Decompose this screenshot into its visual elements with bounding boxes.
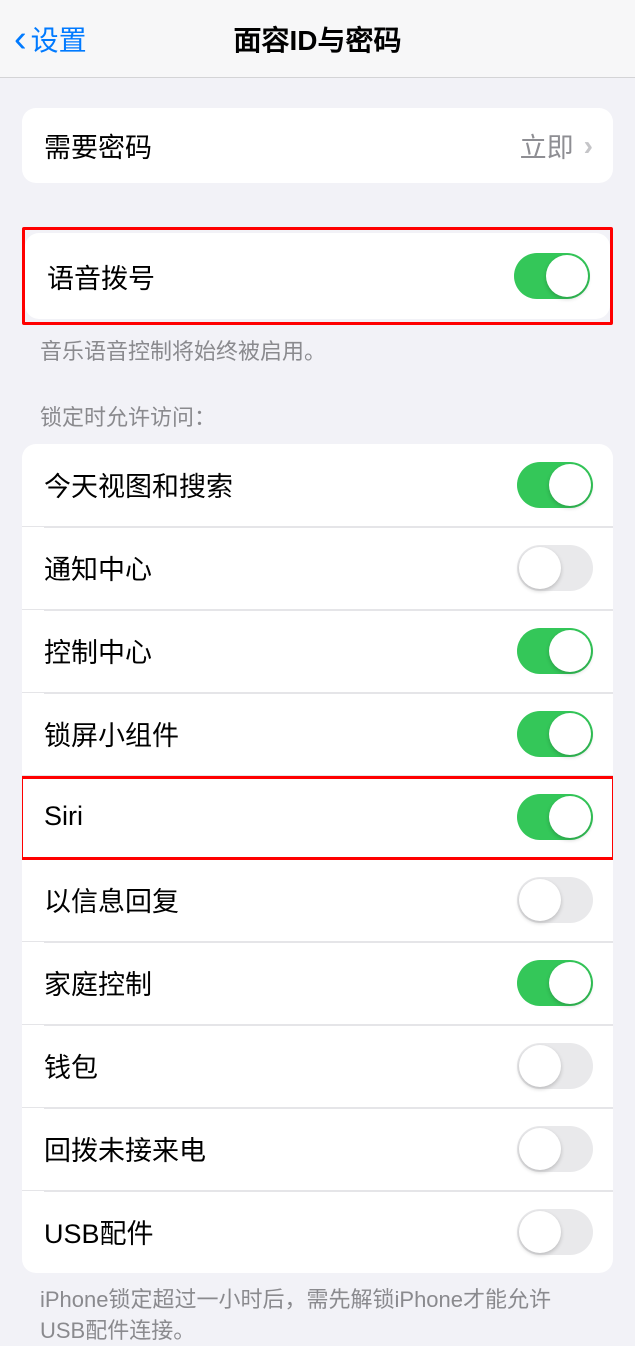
voice-dial-group: 语音拨号 <box>25 233 610 319</box>
toggle-knob <box>549 464 591 506</box>
lock-access-label: 控制中心 <box>44 631 152 670</box>
voice-dial-highlight: 语音拨号 <box>22 227 613 325</box>
lock-access-label: 今天视图和搜索 <box>44 465 233 504</box>
lock-access-group: 今天视图和搜索通知中心控制中心锁屏小组件 Siri 以信息回复家庭控制钱包回拨未接来… <box>22 444 613 1273</box>
lock-access-toggle[interactable] <box>517 462 593 508</box>
toggle-knob <box>519 1045 561 1087</box>
lock-access-toggle[interactable] <box>517 1126 593 1172</box>
lock-access-row: 回拨未接来电 <box>22 1107 613 1190</box>
toggle-knob <box>519 1128 561 1170</box>
lock-access-row: 控制中心 <box>22 609 613 692</box>
voice-dial-label: 语音拨号 <box>47 257 155 296</box>
voice-dial-toggle[interactable] <box>514 253 590 299</box>
lock-access-label: 以信息回复 <box>44 880 179 919</box>
require-passcode-group: 需要密码 立即 › <box>22 108 613 183</box>
lock-access-label: 家庭控制 <box>44 963 152 1002</box>
lock-access-toggle[interactable] <box>517 545 593 591</box>
navigation-bar: ‹ 设置 面容ID与密码 <box>0 0 635 78</box>
require-passcode-row[interactable]: 需要密码 立即 › <box>22 108 613 183</box>
lock-access-row: 锁屏小组件 <box>22 692 613 775</box>
voice-dial-footer: 音乐语音控制将始终被启用。 <box>0 325 635 368</box>
page-title: 面容ID与密码 <box>233 19 401 59</box>
lock-access-row: 钱包 <box>22 1024 613 1107</box>
toggle-knob <box>519 547 561 589</box>
require-passcode-label: 需要密码 <box>44 126 152 165</box>
lock-access-row: Siri <box>22 775 613 858</box>
back-label: 设置 <box>31 19 87 59</box>
lock-access-row: USB配件 <box>22 1190 613 1273</box>
toggle-knob <box>549 713 591 755</box>
toggle-knob <box>549 796 591 838</box>
lock-access-label: 钱包 <box>44 1046 98 1085</box>
lock-access-toggle[interactable] <box>517 794 593 840</box>
lock-access-header: 锁定时允许访问： <box>0 368 635 444</box>
chevron-left-icon: ‹ <box>14 20 27 58</box>
toggle-knob <box>549 962 591 1004</box>
require-passcode-value: 立即 › <box>520 126 593 165</box>
lock-access-label: 通知中心 <box>44 548 152 587</box>
lock-access-label: Siri <box>44 801 83 832</box>
lock-access-row: 家庭控制 <box>22 941 613 1024</box>
toggle-knob <box>519 879 561 921</box>
lock-access-label: USB配件 <box>44 1212 154 1251</box>
toggle-knob <box>519 1211 561 1253</box>
lock-access-label: 锁屏小组件 <box>44 714 179 753</box>
voice-dial-row: 语音拨号 <box>25 233 610 319</box>
lock-access-footer: iPhone锁定超过一小时后，需先解锁iPhone才能允许USB配件连接。 <box>0 1273 635 1346</box>
toggle-knob <box>546 255 588 297</box>
lock-access-toggle[interactable] <box>517 960 593 1006</box>
lock-access-row: 以信息回复 <box>22 858 613 941</box>
lock-access-row: 今天视图和搜索 <box>22 444 613 526</box>
lock-access-toggle[interactable] <box>517 711 593 757</box>
chevron-right-icon: › <box>584 130 593 162</box>
toggle-knob <box>549 630 591 672</box>
lock-access-toggle[interactable] <box>517 877 593 923</box>
lock-access-label: 回拨未接来电 <box>44 1129 206 1168</box>
lock-access-toggle[interactable] <box>517 628 593 674</box>
lock-access-row: 通知中心 <box>22 526 613 609</box>
back-button[interactable]: ‹ 设置 <box>0 19 87 59</box>
lock-access-toggle[interactable] <box>517 1209 593 1255</box>
lock-access-toggle[interactable] <box>517 1043 593 1089</box>
